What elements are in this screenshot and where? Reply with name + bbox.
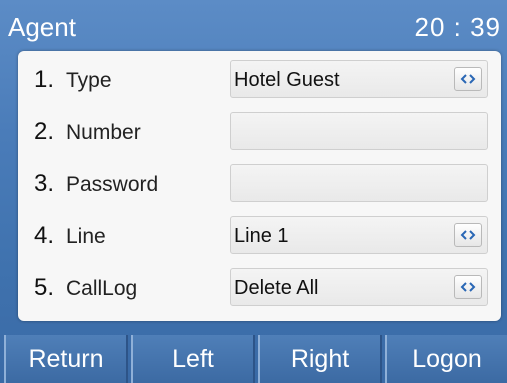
row-number: 5.: [34, 274, 55, 301]
page-title: Agent: [8, 12, 76, 42]
form-row-number: 2. Number: [18, 106, 501, 158]
type-value: Hotel Guest: [234, 69, 340, 91]
row-number: 1.: [34, 66, 55, 93]
row-label: CallLog: [66, 277, 138, 300]
phone-screen: Agent 20 : 39 1. Type Hotel Guest 2. Num…: [0, 0, 507, 383]
number-input[interactable]: [230, 112, 488, 150]
form-panel: 1. Type Hotel Guest 2. Number 3. Passwor…: [18, 51, 501, 321]
form-row-calllog: 5. CallLog Delete All: [18, 262, 501, 314]
form-row-password: 3. Password: [18, 158, 501, 210]
row-label: Line: [66, 225, 106, 248]
row-number: 3.: [34, 170, 55, 197]
form-row-type: 1. Type Hotel Guest: [18, 54, 501, 106]
calllog-switch-button[interactable]: [454, 275, 482, 299]
clock: 20 : 39: [414, 12, 501, 42]
form-row-line: 4. Line Line 1: [18, 210, 501, 262]
return-button[interactable]: Return: [4, 335, 128, 383]
calllog-select[interactable]: Delete All: [230, 268, 488, 306]
type-select[interactable]: Hotel Guest: [230, 60, 488, 98]
row-label: Type: [66, 69, 112, 92]
softkey-bar: Return Left Right Logon: [0, 335, 507, 383]
row-number: 4.: [34, 222, 55, 249]
left-right-arrows-icon: [460, 74, 476, 84]
calllog-value: Delete All: [234, 277, 319, 299]
right-button[interactable]: Right: [258, 335, 382, 383]
left-right-arrows-icon: [460, 282, 476, 292]
left-right-arrows-icon: [460, 230, 476, 240]
left-button[interactable]: Left: [131, 335, 255, 383]
row-label: Number: [66, 121, 141, 144]
title-bar: Agent 20 : 39: [0, 0, 507, 50]
row-label: Password: [66, 173, 159, 196]
row-number: 2.: [34, 118, 55, 145]
line-value: Line 1: [234, 225, 289, 247]
logon-button[interactable]: Logon: [385, 335, 507, 383]
line-switch-button[interactable]: [454, 223, 482, 247]
line-select[interactable]: Line 1: [230, 216, 488, 254]
password-input[interactable]: [230, 164, 488, 202]
type-switch-button[interactable]: [454, 67, 482, 91]
